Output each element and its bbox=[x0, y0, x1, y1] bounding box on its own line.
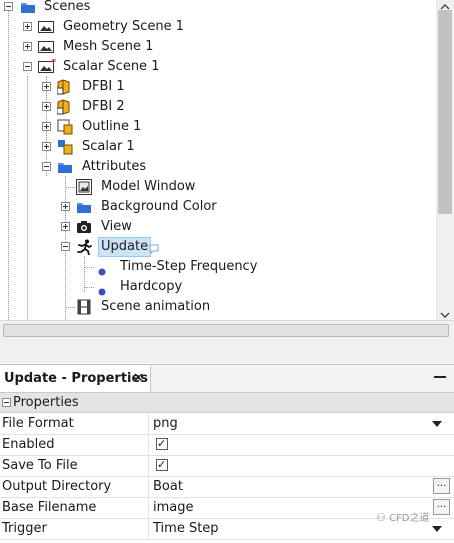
property-value[interactable]: Time Step bbox=[153, 518, 219, 539]
expand-toggle[interactable] bbox=[42, 142, 51, 151]
property-row-enabled[interactable]: Enabled ✓ bbox=[0, 434, 454, 456]
camera-icon bbox=[76, 219, 92, 235]
enabled-checkbox[interactable]: ✓ bbox=[156, 437, 168, 450]
dfbi-displayer-icon bbox=[56, 99, 73, 115]
tree-label: Outline 1 bbox=[82, 119, 142, 134]
watermark-text: CFD之道 bbox=[389, 513, 430, 524]
tree-label: Model Window bbox=[101, 179, 196, 194]
tree-label: Hardcopy bbox=[120, 279, 183, 294]
property-name: Output Directory bbox=[2, 479, 112, 494]
collapse-toggle[interactable] bbox=[4, 2, 13, 11]
checkmark-icon: ✓ bbox=[157, 458, 167, 471]
tree-line bbox=[8, 10, 9, 322]
collapse-toggle[interactable] bbox=[61, 242, 70, 251]
scene-tree: Scenes Geometry Scene 1 Mesh Scene 1 * S… bbox=[0, 0, 454, 363]
model-window-icon bbox=[76, 179, 92, 195]
svg-text:*: * bbox=[51, 59, 56, 69]
comment-bubble-icon bbox=[149, 241, 159, 255]
scene-modified-icon: * bbox=[38, 56, 57, 75]
property-name: Enabled bbox=[2, 437, 55, 452]
dropdown-arrow-icon[interactable] bbox=[432, 421, 442, 427]
edit-button[interactable]: ... bbox=[433, 499, 450, 515]
tree-label: Scalar 1 bbox=[82, 139, 135, 154]
scroll-up-icon[interactable] bbox=[440, 0, 450, 10]
running-man-icon bbox=[76, 239, 92, 256]
dropdown-arrow-icon[interactable] bbox=[432, 526, 442, 532]
scalar-displayer-icon bbox=[57, 139, 73, 155]
property-row-file-format[interactable]: File Format png bbox=[0, 413, 454, 435]
tree-label: Geometry Scene 1 bbox=[63, 19, 184, 34]
tree-label-selected: Update bbox=[98, 237, 152, 257]
scroll-down-icon[interactable] bbox=[440, 308, 450, 318]
property-row-output-directory[interactable]: Output Directory Boat ... bbox=[0, 476, 454, 498]
wechat-icon: ⚇ bbox=[376, 511, 386, 524]
tree-label: Scalar Scene 1 bbox=[63, 59, 160, 74]
tree-line bbox=[27, 76, 28, 322]
save-to-file-checkbox[interactable]: ✓ bbox=[156, 458, 168, 471]
bullet-icon bbox=[98, 283, 106, 296]
browse-button[interactable]: ... bbox=[433, 478, 450, 494]
checkmark-icon: ✓ bbox=[157, 437, 167, 450]
column-divider bbox=[148, 455, 149, 476]
expand-toggle[interactable] bbox=[61, 222, 70, 231]
property-value[interactable]: Boat bbox=[153, 476, 183, 497]
film-strip-icon bbox=[76, 299, 92, 315]
folder-icon bbox=[20, 0, 36, 15]
property-name: File Format bbox=[2, 416, 74, 431]
collapse-toggle[interactable] bbox=[2, 398, 11, 407]
property-row-save-to-file[interactable]: Save To File ✓ bbox=[0, 455, 454, 477]
folder-icon bbox=[76, 199, 92, 215]
tree-label: Mesh Scene 1 bbox=[63, 39, 154, 54]
column-divider bbox=[148, 497, 149, 518]
expand-toggle[interactable] bbox=[23, 22, 32, 31]
property-value[interactable]: image bbox=[153, 497, 194, 518]
tree-line bbox=[65, 187, 75, 188]
tree-line bbox=[65, 307, 75, 308]
tree-label: DFBI 1 bbox=[82, 79, 125, 94]
expand-toggle[interactable] bbox=[42, 122, 51, 131]
vertical-scroll-thumb[interactable] bbox=[438, 10, 452, 214]
bullet-icon bbox=[98, 263, 106, 276]
section-title: Properties bbox=[13, 395, 79, 410]
tree-label: Scenes bbox=[44, 0, 91, 14]
tree-label: Background Color bbox=[101, 199, 217, 214]
column-divider bbox=[148, 413, 149, 434]
properties-section-header[interactable]: Properties bbox=[0, 393, 454, 413]
collapse-toggle[interactable] bbox=[23, 62, 32, 71]
property-name: Save To File bbox=[2, 458, 78, 473]
column-divider bbox=[148, 476, 149, 497]
property-value[interactable]: png bbox=[153, 413, 178, 434]
watermark: ⚇ CFD之道 bbox=[376, 512, 430, 525]
minimize-icon[interactable] bbox=[434, 376, 446, 378]
expand-toggle[interactable] bbox=[42, 82, 51, 91]
expand-toggle[interactable] bbox=[42, 102, 51, 111]
column-divider bbox=[148, 434, 149, 455]
tree-label: DFBI 2 bbox=[82, 99, 125, 114]
column-divider bbox=[148, 518, 149, 539]
property-name: Base Filename bbox=[2, 500, 97, 515]
tree-label: View bbox=[101, 219, 132, 234]
tree-line bbox=[84, 267, 94, 268]
scene-icon bbox=[38, 19, 54, 35]
tree-line bbox=[84, 287, 94, 288]
horizontal-scrollbar[interactable] bbox=[3, 324, 449, 337]
collapse-toggle[interactable] bbox=[42, 162, 51, 171]
tree-label: Attributes bbox=[82, 159, 147, 174]
property-name: Trigger bbox=[2, 521, 47, 536]
tab-update-properties[interactable]: Update - Properties ✕ bbox=[0, 366, 151, 392]
outline-displayer-icon bbox=[57, 119, 73, 135]
close-icon[interactable]: ✕ bbox=[133, 366, 144, 392]
expand-toggle[interactable] bbox=[23, 42, 32, 51]
scene-icon bbox=[38, 39, 54, 55]
tree-label: Time-Step Frequency bbox=[120, 259, 258, 274]
tab-title: Update - Properties bbox=[4, 371, 149, 386]
tree-label: Scene animation bbox=[101, 299, 211, 314]
expand-toggle[interactable] bbox=[61, 202, 70, 211]
dfbi-displayer-icon bbox=[56, 79, 73, 95]
folder-icon bbox=[57, 159, 73, 175]
